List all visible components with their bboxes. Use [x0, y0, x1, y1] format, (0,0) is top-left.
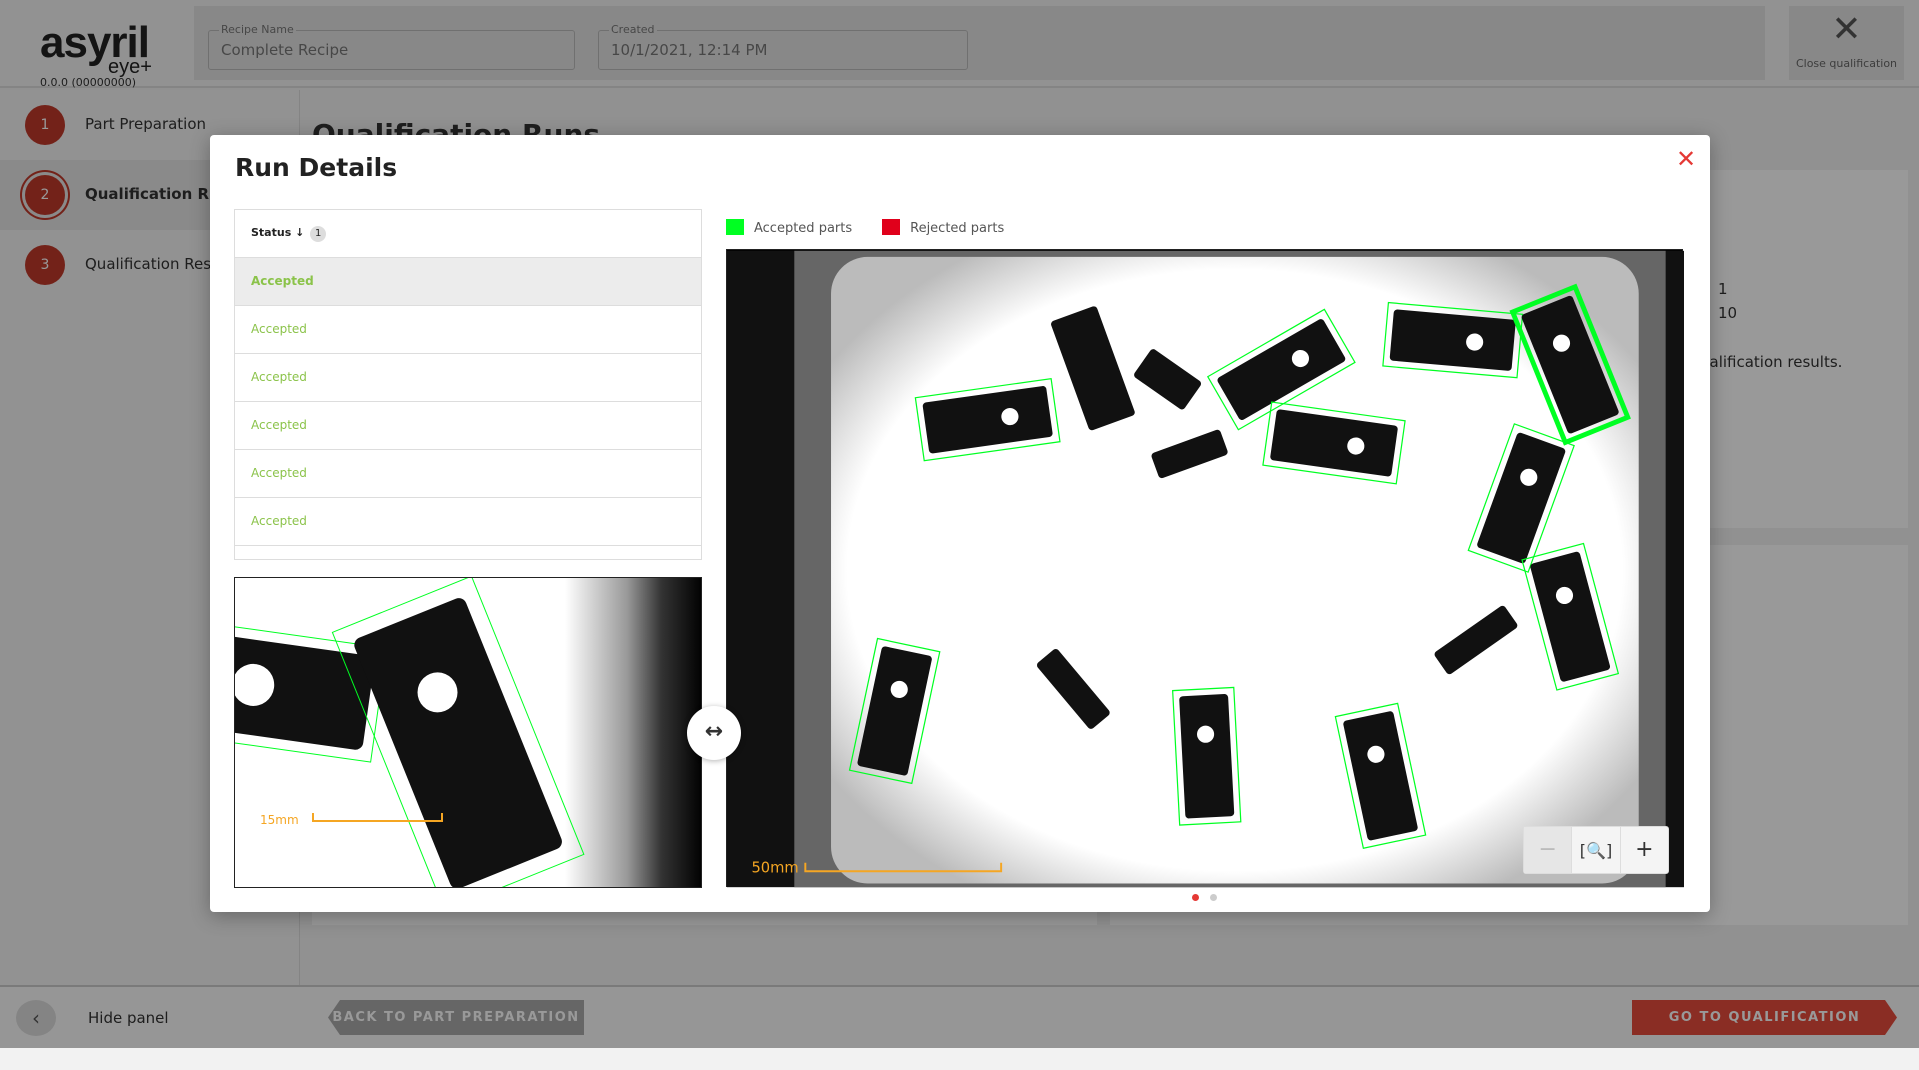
status-column-header[interactable]: Status ↓ 1 [235, 210, 701, 258]
status-table: Status ↓ 1 Accepted Accepted Accepted Ac… [234, 209, 702, 560]
legend-label: Rejected parts [910, 221, 1005, 236]
status-header-label: Status [251, 226, 292, 239]
run-camera-image[interactable]: 50mm [726, 249, 1684, 888]
table-row[interactable]: Accepted [235, 402, 701, 450]
zoom-fit-button[interactable]: [🔍] [1572, 827, 1621, 873]
table-row[interactable]: Accepted [235, 306, 701, 354]
sort-order-badge: 1 [310, 226, 327, 242]
table-row[interactable]: Accepted [235, 354, 701, 402]
pager-dot-active[interactable] [1192, 894, 1199, 901]
zoom-out-button[interactable]: − [1524, 827, 1573, 873]
legend: Accepted parts Rejected parts [726, 219, 1004, 236]
zoom-controls: − [🔍] + [1523, 826, 1669, 874]
pager-dot[interactable] [1210, 894, 1217, 901]
legend-accepted: Accepted parts [726, 219, 852, 236]
arrow-down-icon: ↓ [295, 226, 305, 239]
horizontal-arrows-icon: ↔ [704, 719, 724, 744]
modal-title: Run Details [235, 153, 398, 182]
table-row[interactable]: Accepted [235, 450, 701, 498]
rejected-swatch [882, 219, 901, 235]
table-row[interactable]: Accepted [235, 258, 701, 306]
run-details-modal: Run Details ✕ Status ↓ 1 Accepted Accept… [210, 135, 1710, 912]
legend-rejected: Rejected parts [882, 219, 1004, 236]
zoom-fit-icon: [🔍] [1579, 841, 1613, 860]
swap-view-button[interactable]: ↔ [687, 706, 741, 760]
zoom-in-button[interactable]: + [1621, 827, 1668, 873]
close-icon[interactable]: ✕ [1676, 145, 1696, 173]
accepted-swatch [726, 219, 744, 235]
legend-label: Accepted parts [754, 221, 853, 236]
scale-label: 50mm [751, 859, 798, 876]
part-thumbnail-image: 15mm [234, 577, 702, 888]
scale-label: 15mm [260, 813, 299, 827]
table-row[interactable]: Accepted [235, 498, 701, 546]
